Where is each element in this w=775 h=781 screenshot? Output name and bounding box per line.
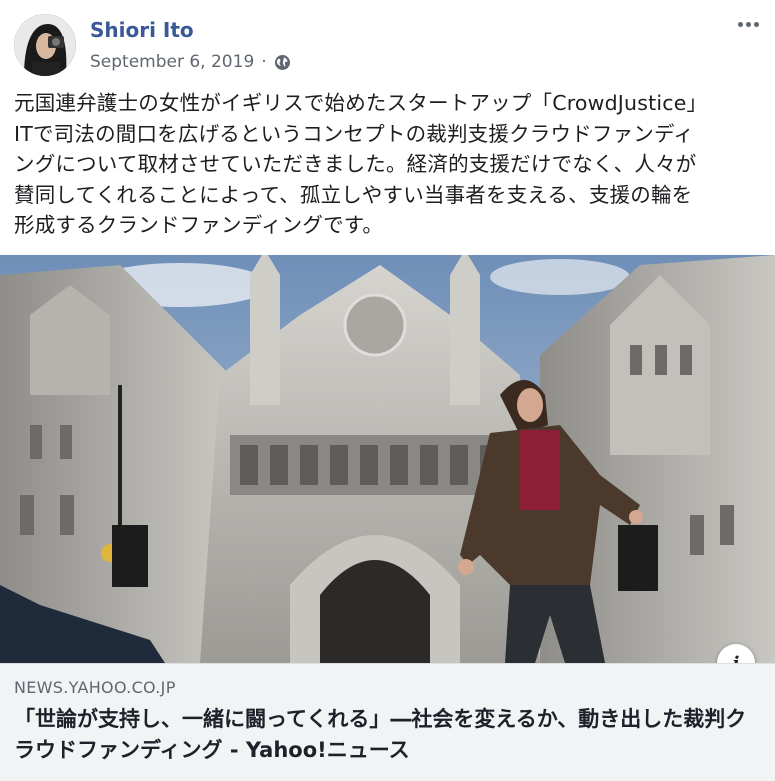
author-name[interactable]: Shiori Ito [90, 18, 194, 42]
more-dot [753, 21, 759, 27]
post-text-line: 形成するクランドファンディングです。 [14, 213, 384, 237]
post-text-line: ングについて取材させていただきました。経済的支援だけでなく、人々が [14, 152, 697, 176]
avatar-photo [14, 14, 76, 76]
link-title[interactable]: 「世論が支持し、一緒に闘ってくれる」―社会を変えるか、動き出した裁判クラウドファ… [14, 704, 759, 766]
post-date[interactable]: September 6, 2019 [90, 52, 254, 72]
royal-courts-photo [0, 255, 775, 663]
avatar[interactable] [14, 14, 76, 76]
post-text: 元国連弁護士の女性がイギリスで始めたスタートアップ「CrowdJustice」 … [14, 88, 764, 241]
more-dot [745, 21, 751, 27]
link-preview[interactable]: NEWS.YAHOO.CO.JP 「世論が支持し、一緒に闘ってくれる」―社会を変… [0, 663, 775, 781]
meta-separator: · [261, 52, 267, 72]
post-text-line: 賛同してくれることによって、孤立しやすい当事者を支える、支援の輪を [14, 182, 693, 207]
post-text-line: ITで司法の間口を広げるというコンセプトの裁判支援クラウドファンディ [14, 121, 694, 146]
link-preview-image[interactable] [0, 255, 775, 663]
globe-icon[interactable] [274, 54, 291, 71]
more-options-icon[interactable] [733, 14, 763, 34]
more-dot [737, 21, 743, 27]
facebook-post: Shiori Ito September 6, 2019 · 元国連弁護士の女性… [0, 0, 775, 781]
post-text-line: 元国連弁護士の女性がイギリスで始めたスタートアップ「CrowdJustice」 [14, 91, 708, 115]
link-domain: NEWS.YAHOO.CO.JP [14, 678, 176, 697]
post-meta: September 6, 2019 · [90, 52, 291, 72]
